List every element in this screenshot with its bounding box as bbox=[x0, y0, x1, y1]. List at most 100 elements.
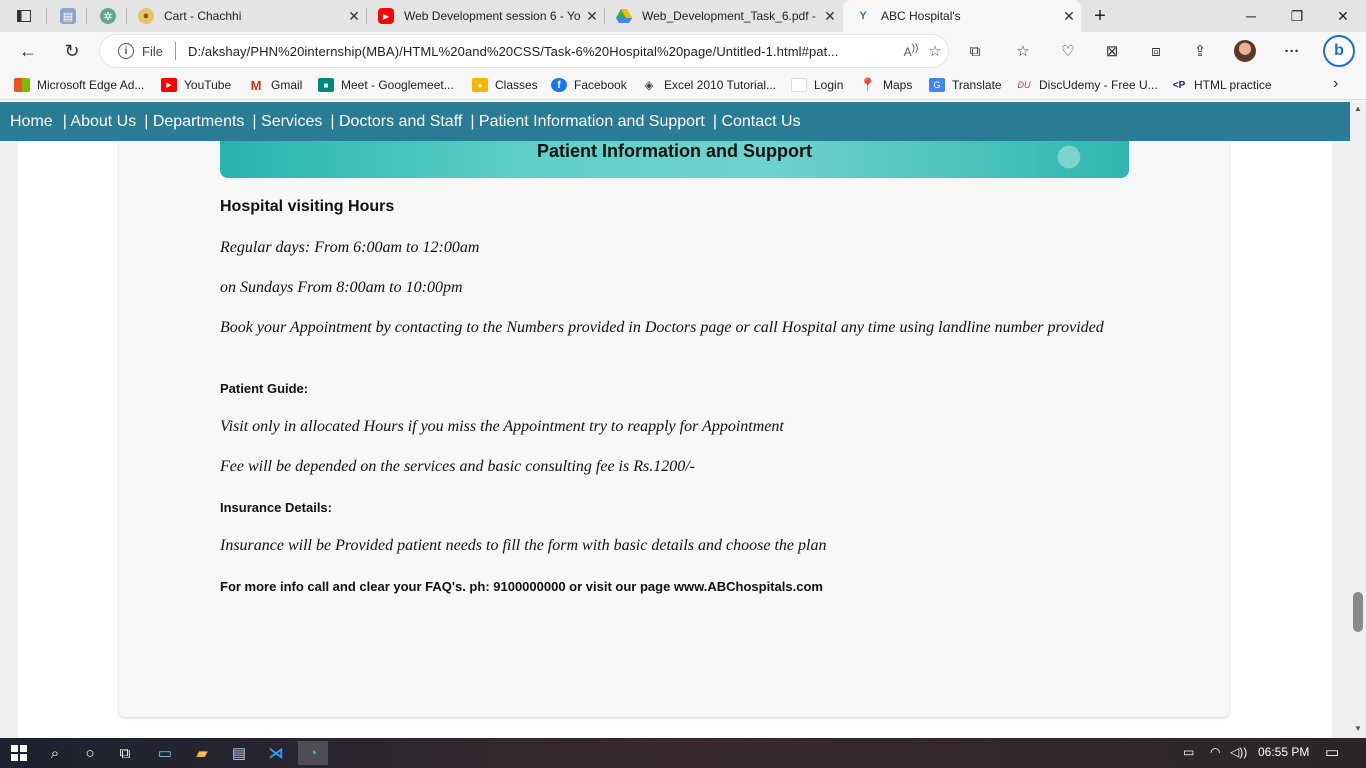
nav-services[interactable]: | Services bbox=[252, 113, 322, 131]
volume-icon[interactable]: ◁)) bbox=[1230, 745, 1247, 759]
nav-about-us[interactable]: | About Us bbox=[63, 113, 137, 131]
chatgpt-icon: ✲ bbox=[100, 8, 116, 24]
nav-departments[interactable]: | Departments bbox=[144, 113, 244, 131]
bookmark-youtube[interactable]: ▶ YouTube bbox=[161, 76, 231, 94]
tab-web-development-task-pdf[interactable]: Web_Development_Task_6.pdf - G ✕ bbox=[604, 0, 842, 32]
taskbar-file-explorer[interactable]: ▰ bbox=[187, 741, 217, 765]
bing-chat-icon[interactable]: b bbox=[1323, 35, 1355, 67]
add-favorite-icon[interactable]: ☆ bbox=[922, 42, 948, 60]
sidebar-toggle-button[interactable] bbox=[8, 0, 40, 32]
scroll-down-icon[interactable]: ▼ bbox=[1354, 724, 1362, 733]
maps-icon: 📍 bbox=[859, 77, 877, 92]
notifications-icon[interactable]: ▭ bbox=[1325, 743, 1339, 761]
bookmark-label: Classes bbox=[495, 78, 538, 92]
close-tab-icon[interactable]: ✕ bbox=[1057, 8, 1081, 25]
more-options-icon[interactable]: ··· bbox=[1280, 39, 1304, 63]
taskbar-vscode[interactable]: ⋊ bbox=[261, 741, 291, 765]
share-icon[interactable]: ⇪ bbox=[1188, 39, 1212, 63]
bookmark-login[interactable]: Login bbox=[791, 76, 843, 94]
refresh-button[interactable]: ↻ bbox=[58, 37, 86, 65]
extensions-icon[interactable]: ⧉ bbox=[963, 39, 987, 63]
bookmark-translate[interactable]: G Translate bbox=[929, 76, 1002, 94]
chevron-right-icon[interactable]: › bbox=[1333, 75, 1338, 93]
scroll-up-icon[interactable]: ▲ bbox=[1354, 104, 1362, 113]
back-button[interactable]: ← bbox=[14, 37, 42, 65]
back-arrow-icon: ← bbox=[19, 40, 37, 61]
windows-taskbar: ⌕ ○ ⧉ ▭ ▰ ▤ ⋊ ◔ ▭ ◠ ◁)) 06:55 PM ▭ bbox=[0, 738, 1366, 768]
close-tab-icon[interactable]: ✕ bbox=[580, 8, 604, 25]
battery-icon[interactable]: ▭ bbox=[1183, 745, 1194, 759]
bookmark-label: Excel 2010 Tutorial... bbox=[664, 78, 777, 92]
taskbar-notepad[interactable]: ▤ bbox=[224, 741, 254, 765]
tab-title: Web Development session 6 - Yo bbox=[404, 9, 580, 23]
math-solver-icon[interactable]: ⊠ bbox=[1100, 39, 1124, 63]
clock-time[interactable]: 06:55 PM bbox=[1258, 745, 1309, 759]
bookmark-label: Gmail bbox=[271, 78, 303, 92]
notepad-icon: ▤ bbox=[231, 745, 247, 762]
taskbar-edge[interactable]: ◔ bbox=[298, 741, 328, 765]
nav-contact-us[interactable]: | Contact Us bbox=[713, 113, 801, 131]
guide-fee-text: Fee will be depended on the services and… bbox=[220, 458, 695, 475]
info-icon[interactable]: i bbox=[118, 43, 134, 59]
section-banner: Patient Information and Support bbox=[220, 141, 1129, 178]
health-icon[interactable]: ♡ bbox=[1056, 39, 1080, 63]
microsoft-icon bbox=[14, 78, 30, 92]
page-icon bbox=[791, 78, 807, 92]
bookmark-gmail[interactable]: M Gmail bbox=[248, 76, 303, 94]
tab-title: ABC Hospital's bbox=[881, 9, 961, 23]
tab-notes[interactable]: ▤ bbox=[48, 0, 84, 32]
bookmark-label: Login bbox=[814, 78, 844, 92]
bookmark-label: Translate bbox=[952, 78, 1002, 92]
bookmark-label: YouTube bbox=[184, 78, 232, 92]
patient-guide-heading: Patient Guide: bbox=[220, 381, 309, 396]
guide-hours-text: Visit only in allocated Hours if you mis… bbox=[220, 418, 784, 435]
search-button[interactable]: ⌕ bbox=[40, 741, 70, 765]
favorites-icon[interactable]: ☆ bbox=[1011, 39, 1035, 63]
taskbar-desktop-app[interactable]: ▭ bbox=[150, 741, 180, 765]
youtube-icon: ▶ bbox=[378, 8, 394, 24]
bookmark-excel[interactable]: ◈ Excel 2010 Tutorial... bbox=[641, 76, 776, 94]
sundays-text: on Sundays From 8:00am to 10:00pm bbox=[220, 279, 463, 296]
meet-icon: ■ bbox=[318, 78, 334, 92]
page-scrollbar[interactable]: ▲ ▼ bbox=[1350, 102, 1366, 738]
circle-icon: ○ bbox=[85, 744, 95, 762]
close-window-button[interactable]: ✕ bbox=[1320, 0, 1366, 32]
discudemy-icon: DU bbox=[1017, 80, 1031, 90]
wifi-icon[interactable]: ◠ bbox=[1210, 745, 1220, 759]
bookmark-facebook[interactable]: f Facebook bbox=[551, 76, 627, 94]
url-text[interactable]: D:/akshay/PHN%20internship(MBA)/HTML%20a… bbox=[188, 44, 900, 59]
tab-chatgpt[interactable]: ✲ bbox=[88, 0, 124, 32]
read-aloud-icon[interactable]: A)) bbox=[900, 43, 922, 59]
collections-icon[interactable]: ⧈ bbox=[1144, 39, 1168, 63]
tab-abc-hospitals[interactable]: Y ABC Hospital's ✕ bbox=[843, 0, 1081, 32]
bookmarks-bar: Microsoft Edge Ad... ▶ YouTube M Gmail ■… bbox=[0, 70, 1366, 100]
close-tab-icon[interactable]: ✕ bbox=[818, 8, 842, 25]
bookmark-microsoft-edge[interactable]: Microsoft Edge Ad... bbox=[14, 76, 144, 94]
minimize-button[interactable]: ─ bbox=[1228, 0, 1274, 32]
tab-cart-chachhi[interactable]: ● Cart - Chachhi ✕ bbox=[126, 0, 366, 32]
bookmark-label: DiscUdemy - Free U... bbox=[1039, 78, 1158, 92]
bookmark-classes[interactable]: ● Classes bbox=[472, 76, 538, 94]
task-view-button[interactable]: ⧉ bbox=[110, 741, 140, 765]
profile-avatar[interactable] bbox=[1234, 40, 1256, 62]
nav-home[interactable]: Home bbox=[10, 113, 53, 131]
start-button[interactable] bbox=[4, 741, 34, 765]
nav-patient-information[interactable]: | Patient Information and Support bbox=[470, 113, 705, 131]
scroll-thumb[interactable] bbox=[1353, 592, 1363, 632]
tab-web-development-session[interactable]: ▶ Web Development session 6 - Yo ✕ bbox=[366, 0, 604, 32]
bookmark-html-practice[interactable]: <P HTML practice bbox=[1171, 76, 1272, 94]
new-tab-button[interactable]: + bbox=[1084, 0, 1116, 32]
cortana-button[interactable]: ○ bbox=[75, 741, 105, 765]
bookmark-maps[interactable]: 📍 Maps bbox=[860, 76, 912, 94]
address-bar[interactable]: i File D:/akshay/PHN%20internship(MBA)/H… bbox=[100, 35, 948, 67]
restore-button[interactable]: ❐ bbox=[1274, 0, 1320, 32]
excel-icon: ◈ bbox=[644, 78, 654, 92]
browser-toolbar: ← ↻ i File D:/akshay/PHN%20internship(MB… bbox=[0, 32, 1366, 70]
bookmark-meet[interactable]: ■ Meet - Googlemeet... bbox=[318, 76, 454, 94]
close-tab-icon[interactable]: ✕ bbox=[342, 8, 366, 25]
vscode-icon: ⋊ bbox=[268, 745, 284, 762]
nav-doctors-and-staff[interactable]: | Doctors and Staff bbox=[330, 113, 462, 131]
bookmark-label: Facebook bbox=[574, 78, 627, 92]
file-label: File bbox=[142, 43, 163, 59]
bookmark-discudemy[interactable]: DU DiscUdemy - Free U... bbox=[1016, 76, 1158, 94]
